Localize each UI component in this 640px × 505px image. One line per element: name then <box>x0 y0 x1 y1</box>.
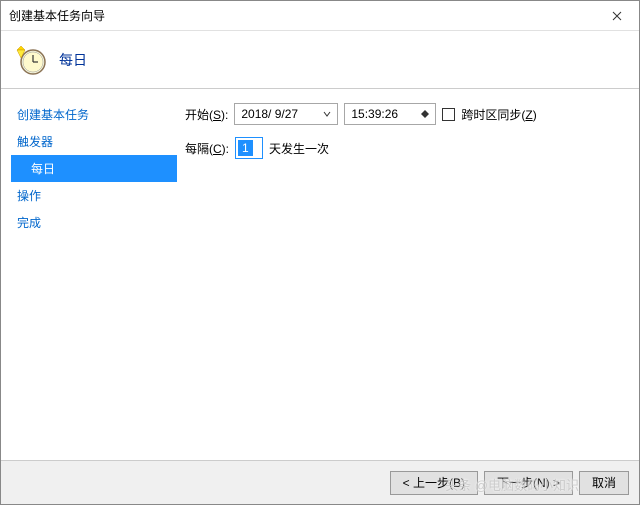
sidebar-item-action[interactable]: 操作 <box>11 182 177 209</box>
triangle-down-icon <box>421 114 429 118</box>
wizard-content: 开始(S): 2018/ 9/27 15:39:26 跨时区同步(Z) <box>177 89 639 460</box>
interval-row: 每隔(C): 1 天发生一次 <box>185 137 639 159</box>
wizard-window: 创建基本任务向导 每日 创建基本任务 触发器 每日 操作 完成 <box>0 0 640 505</box>
start-date-field[interactable]: 2018/ 9/27 <box>234 103 338 125</box>
back-button[interactable]: < 上一步(B) <box>390 471 478 495</box>
next-button[interactable]: 下一步(N) > <box>484 471 573 495</box>
sidebar-item-daily[interactable]: 每日 <box>11 155 177 182</box>
date-dropdown-button[interactable] <box>319 110 335 118</box>
time-spinner[interactable] <box>417 110 433 118</box>
close-button[interactable] <box>595 1 639 31</box>
wizard-body: 创建基本任务 触发器 每日 操作 完成 开始(S): 2018/ 9/27 15… <box>1 89 639 460</box>
wizard-header: 每日 <box>1 31 639 89</box>
interval-suffix: 天发生一次 <box>269 140 329 157</box>
interval-label: 每隔(C): <box>185 140 229 157</box>
titlebar-title: 创建基本任务向导 <box>9 7 105 24</box>
sidebar-item-create-task[interactable]: 创建基本任务 <box>11 101 177 128</box>
wizard-footer: < 上一步(B) 下一步(N) > 取消 头条 @电脑数码小知识 <box>1 460 639 504</box>
interval-value: 1 <box>238 140 253 156</box>
interval-input[interactable]: 1 <box>235 137 263 159</box>
chevron-down-icon <box>323 110 331 118</box>
start-label: 开始(S): <box>185 106 228 123</box>
wizard-sidebar: 创建基本任务 触发器 每日 操作 完成 <box>1 89 177 460</box>
start-date-value: 2018/ 9/27 <box>241 107 319 121</box>
sync-timezone-label: 跨时区同步(Z) <box>461 106 536 123</box>
titlebar: 创建基本任务向导 <box>1 1 639 31</box>
start-time-field[interactable]: 15:39:26 <box>344 103 436 125</box>
close-icon <box>612 11 622 21</box>
cancel-button[interactable]: 取消 <box>579 471 629 495</box>
sidebar-item-trigger[interactable]: 触发器 <box>11 128 177 155</box>
start-time-value: 15:39:26 <box>351 107 417 121</box>
sidebar-item-finish[interactable]: 完成 <box>11 209 177 236</box>
sync-timezone-checkbox[interactable] <box>442 108 455 121</box>
wizard-step-title: 每日 <box>59 50 87 70</box>
start-row: 开始(S): 2018/ 9/27 15:39:26 跨时区同步(Z) <box>185 103 639 125</box>
schedule-clock-icon <box>15 44 47 76</box>
